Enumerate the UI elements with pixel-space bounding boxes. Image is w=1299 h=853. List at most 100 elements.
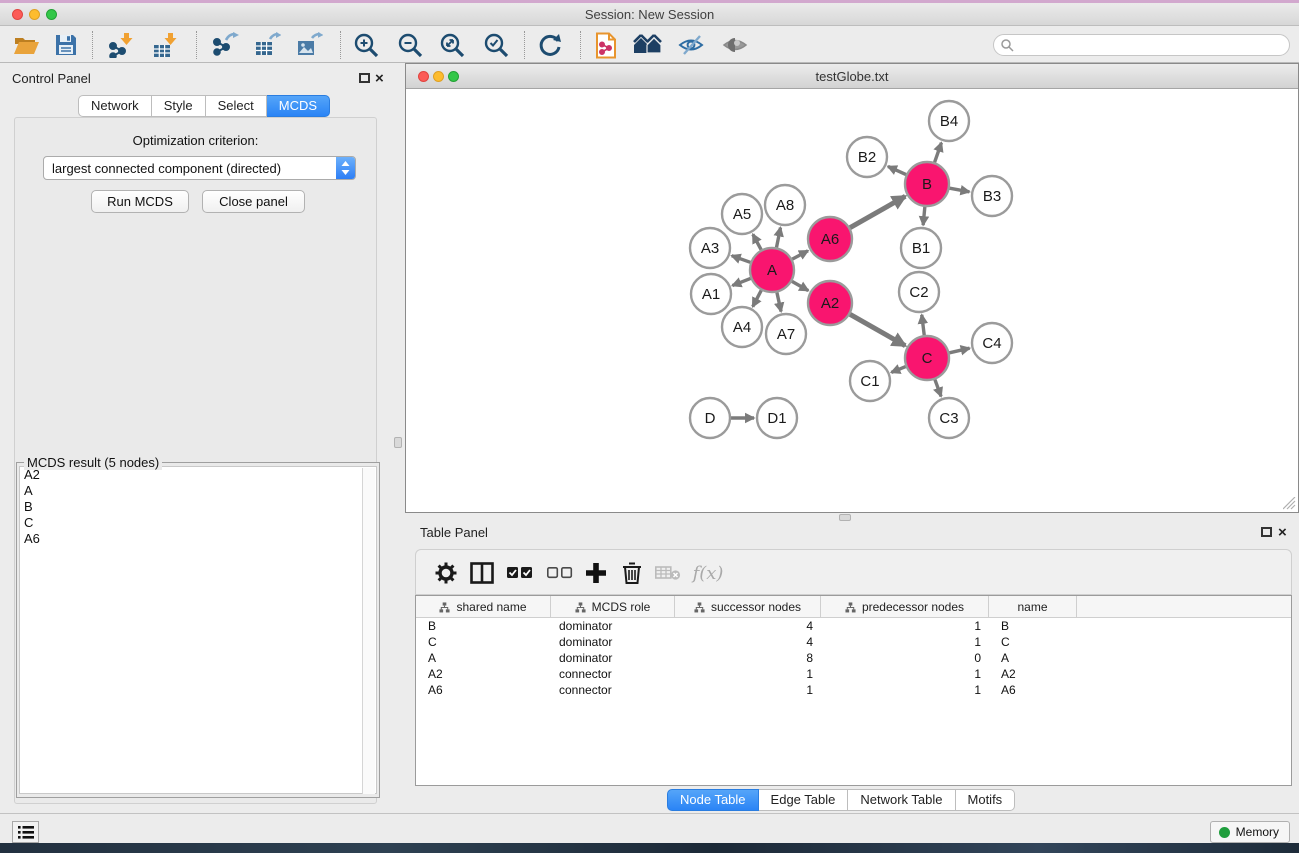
node-A8[interactable]: A8 bbox=[765, 185, 805, 225]
mcds-result-item[interactable]: A bbox=[20, 483, 376, 499]
column-header-successor-nodes[interactable]: successor nodes bbox=[675, 596, 821, 618]
node-D[interactable]: D bbox=[690, 398, 730, 438]
node-D1[interactable]: D1 bbox=[757, 398, 797, 438]
edge-C-C3[interactable] bbox=[935, 380, 941, 397]
node-A6[interactable]: A6 bbox=[808, 217, 852, 261]
node-B3[interactable]: B3 bbox=[972, 176, 1012, 216]
edge-C-C2[interactable] bbox=[922, 315, 924, 335]
export-network-button[interactable] bbox=[210, 30, 242, 60]
tab-edge-table[interactable]: Edge Table bbox=[759, 789, 849, 811]
show-column-button[interactable] bbox=[466, 558, 498, 588]
horizontal-splitter-handle[interactable] bbox=[839, 514, 851, 521]
tab-style[interactable]: Style bbox=[152, 95, 206, 117]
edge-A-A5[interactable] bbox=[753, 234, 761, 249]
zoom-out-button[interactable] bbox=[394, 30, 426, 60]
control-panel-float-button[interactable] bbox=[359, 73, 370, 83]
node-C[interactable]: C bbox=[905, 336, 949, 380]
reset-view-button[interactable] bbox=[632, 30, 664, 60]
hide-selected-button[interactable] bbox=[676, 30, 708, 60]
edge-A-A1[interactable] bbox=[732, 278, 750, 285]
node-C1[interactable]: C1 bbox=[850, 361, 890, 401]
table-header-row[interactable]: shared nameMCDS rolesuccessor nodesprede… bbox=[416, 596, 1291, 618]
refresh-button[interactable] bbox=[534, 30, 566, 60]
table-row[interactable]: Adominator80A bbox=[416, 650, 1291, 666]
edge-C-C1[interactable] bbox=[891, 367, 905, 373]
edge-B-B1[interactable] bbox=[923, 207, 925, 225]
node-B2[interactable]: B2 bbox=[847, 137, 887, 177]
deselect-all-button[interactable] bbox=[544, 558, 576, 588]
mcds-list-scrollbar[interactable] bbox=[362, 468, 375, 794]
node-C4[interactable]: C4 bbox=[972, 323, 1012, 363]
mcds-result-item[interactable]: B bbox=[20, 499, 376, 515]
main-titlebar[interactable]: Session: New Session bbox=[0, 3, 1299, 26]
node-A5[interactable]: A5 bbox=[722, 194, 762, 234]
new-network-from-selection-button[interactable] bbox=[590, 30, 622, 60]
table-row[interactable]: Cdominator41C bbox=[416, 634, 1291, 650]
zoom-fit-button[interactable] bbox=[436, 30, 468, 60]
add-column-button[interactable] bbox=[580, 558, 612, 588]
export-image-button[interactable] bbox=[294, 30, 326, 60]
node-A4[interactable]: A4 bbox=[722, 307, 762, 347]
node-B1[interactable]: B1 bbox=[901, 228, 941, 268]
tab-motifs[interactable]: Motifs bbox=[956, 789, 1016, 811]
table-row[interactable]: Bdominator41B bbox=[416, 618, 1291, 634]
edge-A2-C[interactable] bbox=[850, 314, 905, 345]
tab-network-table[interactable]: Network Table bbox=[848, 789, 955, 811]
node-A1[interactable]: A1 bbox=[691, 274, 731, 314]
control-panel-close-button[interactable]: × bbox=[375, 73, 384, 85]
network-canvas[interactable]: AA1A3A5A8A4A7A6A2BB2B4B3B1CC2C4C1C3DD1 bbox=[406, 89, 1298, 512]
network-window-titlebar[interactable]: testGlobe.txt bbox=[406, 64, 1298, 89]
edge-A-A8[interactable] bbox=[777, 228, 781, 248]
node-C3[interactable]: C3 bbox=[929, 398, 969, 438]
edge-A-A2[interactable] bbox=[792, 281, 808, 290]
export-table-button[interactable] bbox=[252, 30, 284, 60]
column-header-mcds-role[interactable]: MCDS role bbox=[551, 596, 675, 618]
open-file-button[interactable] bbox=[10, 30, 42, 60]
table-panel-float-button[interactable] bbox=[1261, 527, 1272, 537]
node-A3[interactable]: A3 bbox=[690, 228, 730, 268]
vertical-splitter-handle[interactable] bbox=[394, 437, 402, 448]
tab-network[interactable]: Network bbox=[78, 95, 152, 117]
criterion-dropdown[interactable]: largest connected component (directed) bbox=[43, 156, 356, 180]
edge-A-A7[interactable] bbox=[777, 292, 781, 311]
search-field[interactable] bbox=[993, 34, 1290, 56]
mcds-result-item[interactable]: A6 bbox=[20, 531, 376, 547]
import-table-button[interactable] bbox=[150, 30, 182, 60]
node-A7[interactable]: A7 bbox=[766, 314, 806, 354]
edge-A6-B[interactable] bbox=[850, 196, 905, 227]
table-row[interactable]: A2connector11A2 bbox=[416, 666, 1291, 682]
tab-node-table[interactable]: Node Table bbox=[667, 789, 759, 811]
tab-mcds[interactable]: MCDS bbox=[267, 95, 330, 117]
edge-C-C4[interactable] bbox=[949, 348, 969, 353]
network-minimize-light[interactable] bbox=[433, 71, 444, 82]
node-A2[interactable]: A2 bbox=[808, 281, 852, 325]
edge-B-B3[interactable] bbox=[950, 188, 970, 192]
search-input[interactable] bbox=[1014, 36, 1289, 54]
node-A[interactable]: A bbox=[750, 248, 794, 292]
zoom-in-button[interactable] bbox=[350, 30, 382, 60]
edge-A-A3[interactable] bbox=[732, 256, 751, 263]
show-all-button[interactable] bbox=[720, 30, 752, 60]
node-C2[interactable]: C2 bbox=[899, 272, 939, 312]
network-close-light[interactable] bbox=[418, 71, 429, 82]
node-table[interactable]: shared nameMCDS rolesuccessor nodesprede… bbox=[415, 595, 1292, 786]
edge-A-A6[interactable] bbox=[792, 251, 808, 259]
memory-button[interactable]: Memory bbox=[1210, 821, 1290, 843]
edge-A-A4[interactable] bbox=[753, 290, 762, 306]
table-panel-close-button[interactable]: × bbox=[1278, 527, 1287, 539]
column-header-shared-name[interactable]: shared name bbox=[416, 596, 551, 618]
node-B4[interactable]: B4 bbox=[929, 101, 969, 141]
close-panel-button[interactable]: Close panel bbox=[202, 190, 305, 213]
task-history-button[interactable] bbox=[12, 821, 39, 843]
delete-column-button[interactable] bbox=[616, 558, 648, 588]
table-row[interactable]: A6connector11A6 bbox=[416, 682, 1291, 698]
mcds-result-item[interactable]: C bbox=[20, 515, 376, 531]
edge-B-B2[interactable] bbox=[888, 166, 906, 174]
resize-grip-icon[interactable] bbox=[1283, 497, 1296, 510]
save-session-button[interactable] bbox=[50, 30, 82, 60]
column-header-predecessor-nodes[interactable]: predecessor nodes bbox=[821, 596, 989, 618]
column-header-name[interactable]: name bbox=[989, 596, 1077, 618]
zoom-selected-button[interactable] bbox=[480, 30, 512, 60]
table-settings-button[interactable] bbox=[430, 558, 462, 588]
import-network-button[interactable] bbox=[106, 30, 138, 60]
